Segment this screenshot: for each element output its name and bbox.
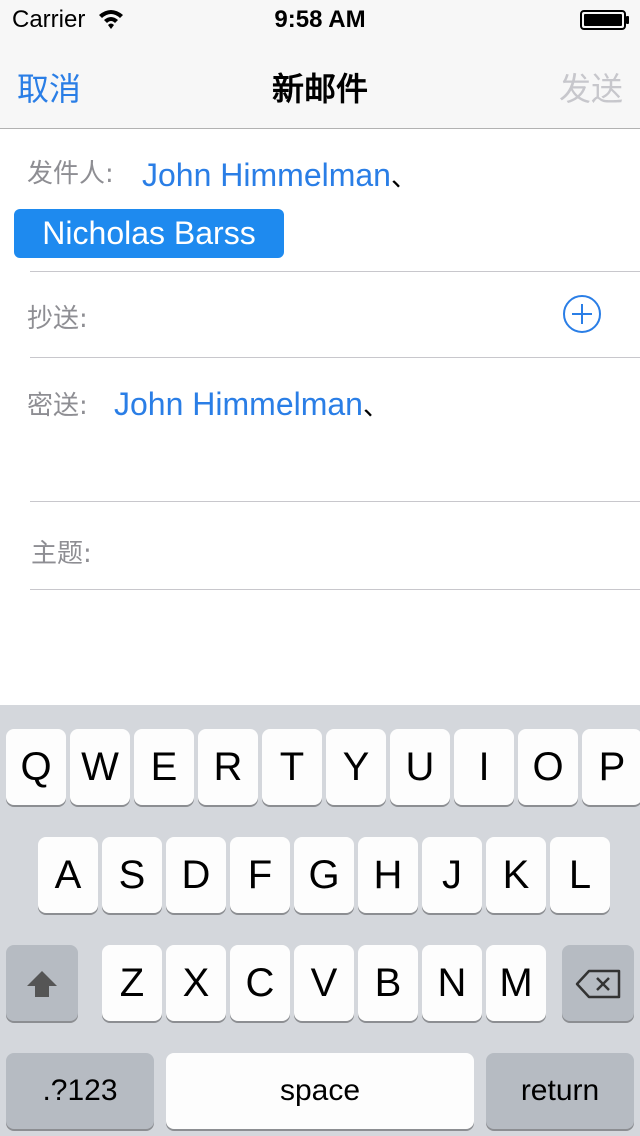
key-p[interactable]: P: [582, 729, 640, 805]
key-s[interactable]: S: [102, 837, 162, 913]
from-recipient-chip-selected[interactable]: Nicholas Barss: [14, 209, 284, 258]
key-x[interactable]: X: [166, 945, 226, 1021]
key-v[interactable]: V: [294, 945, 354, 1021]
key-l[interactable]: L: [550, 837, 610, 913]
shift-key[interactable]: [6, 945, 78, 1021]
key-h[interactable]: H: [358, 837, 418, 913]
key-b[interactable]: B: [358, 945, 418, 1021]
key-z[interactable]: Z: [102, 945, 162, 1021]
recipient-separator: 、: [390, 162, 417, 192]
backspace-icon: [575, 969, 621, 999]
divider: [30, 589, 640, 590]
key-j[interactable]: J: [422, 837, 482, 913]
key-c[interactable]: C: [230, 945, 290, 1021]
add-contact-icon[interactable]: [562, 294, 602, 334]
shift-icon: [27, 971, 57, 997]
key-y[interactable]: Y: [326, 729, 386, 805]
return-key[interactable]: return: [486, 1053, 634, 1129]
key-q[interactable]: Q: [6, 729, 66, 805]
keyboard: Q W E R T Y U I O P A S D F G H J K L Z …: [0, 705, 640, 1136]
key-t[interactable]: T: [262, 729, 322, 805]
page-title: 新邮件: [271, 70, 368, 108]
from-label: 发件人:: [27, 159, 114, 189]
key-m[interactable]: M: [486, 945, 546, 1021]
cc-label: 抄送:: [27, 304, 88, 334]
divider: [30, 357, 640, 358]
key-g[interactable]: G: [294, 837, 354, 913]
status-bar: Carrier 9:58 AM: [0, 0, 640, 40]
subject-input[interactable]: [110, 520, 620, 580]
send-button[interactable]: 发送: [559, 64, 623, 110]
key-w[interactable]: W: [70, 729, 130, 805]
key-k[interactable]: K: [486, 837, 546, 913]
space-key[interactable]: space: [166, 1053, 474, 1129]
divider: [30, 501, 640, 502]
subject-label: 主题:: [31, 539, 92, 569]
key-r[interactable]: R: [198, 729, 258, 805]
bcc-label: 密送:: [27, 391, 88, 421]
key-n[interactable]: N: [422, 945, 482, 1021]
key-e[interactable]: E: [134, 729, 194, 805]
battery-icon: [580, 10, 629, 30]
recipient-name: John Himmelman: [142, 157, 391, 193]
recipient-name: John Himmelman: [114, 386, 363, 422]
key-f[interactable]: F: [230, 837, 290, 913]
key-d[interactable]: D: [166, 837, 226, 913]
key-i[interactable]: I: [454, 729, 514, 805]
recipient-separator: 、: [362, 391, 389, 421]
key-a[interactable]: A: [38, 837, 98, 913]
bcc-recipient[interactable]: John Himmelman、: [114, 386, 389, 423]
nav-bar: 取消 新邮件 发送: [0, 40, 640, 129]
numbers-key[interactable]: .?123: [6, 1053, 154, 1129]
key-o[interactable]: O: [518, 729, 578, 805]
backspace-key[interactable]: [562, 945, 634, 1021]
key-u[interactable]: U: [390, 729, 450, 805]
divider: [30, 271, 640, 272]
from-recipient[interactable]: John Himmelman、: [142, 157, 417, 194]
clock: 9:58 AM: [274, 6, 366, 33]
